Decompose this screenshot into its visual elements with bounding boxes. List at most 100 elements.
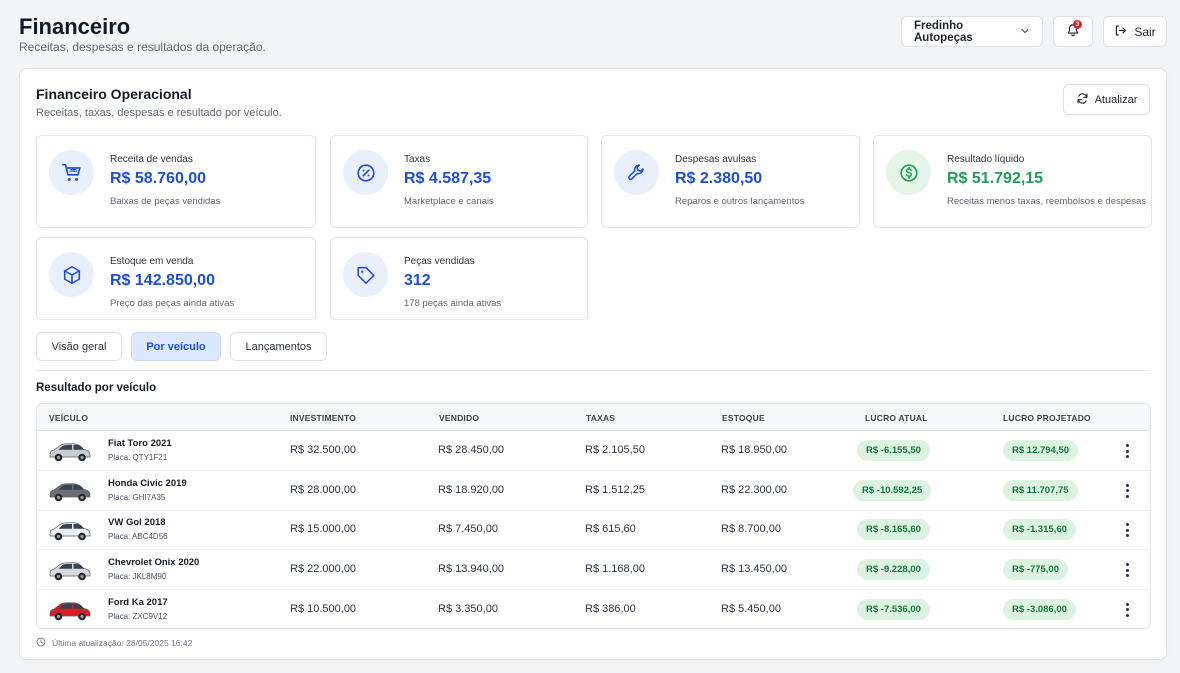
sold-value: R$ 18.920,00 (438, 483, 505, 496)
column-header-projected-profit: LUCRO PROJETADO (1003, 413, 1091, 423)
investment-value: R$ 22.000,00 (290, 563, 357, 576)
page-title: Financeiro (19, 14, 131, 39)
table-row[interactable]: Chevrolet Onix 2020 Placa: JKL8M90 R$ 22.0… (37, 550, 1150, 591)
investment-value: R$ 32.500,00 (290, 444, 357, 456)
car-thumbnail (47, 597, 93, 623)
projected-profit-badge: R$ 12.794,50 (1003, 440, 1079, 461)
vehicle-name: Ford Ka 2017 (108, 596, 168, 608)
fees-value: R$ 1.168,00 (585, 563, 645, 576)
column-header-fees: TAXAS (586, 413, 616, 423)
view-tabs: Visão geral Por veículo Lançamentos (36, 332, 327, 361)
last-update-text: Última atualização: 28/05/2025 16:42 (52, 638, 193, 648)
logout-icon (1114, 24, 1127, 40)
table-row[interactable]: Fiat Toro 2021 Placa: QTY1F21 R$ 32.500,00… (37, 431, 1150, 471)
stat-value: R$ 58.760,00 (110, 170, 207, 187)
stat-label: Receita de vendas (110, 154, 193, 165)
vehicle-plate: Placa: ZXC9V12 (108, 611, 168, 621)
dollar-icon (886, 150, 931, 195)
fees-value: R$ 1.512,25 (585, 483, 645, 496)
stat-value: R$ 51.792,15 (947, 170, 1044, 187)
car-thumbnail (47, 478, 93, 504)
vehicle-plate: Placa: ABC4D56 (108, 532, 168, 542)
section-title: Financeiro Operacional (36, 86, 192, 102)
notifications-button[interactable]: 3 (1053, 16, 1093, 47)
stat-description: Preço das peças ainda ativas (110, 298, 235, 309)
row-menu-icon[interactable] (1121, 602, 1133, 618)
row-menu-icon[interactable] (1121, 443, 1133, 459)
stat-card-stock: Estoque em venda R$ 142.850,00 Preço das… (36, 237, 316, 320)
column-header-stock: ESTOQUE (722, 413, 765, 423)
stat-card-parts-sold: Peças vendidas 312 178 peças ainda ativa… (330, 237, 588, 320)
sold-value: R$ 13.940,00 (438, 563, 505, 576)
column-header-vehicle: VEÍCULO (49, 413, 89, 423)
stat-card-expenses: Despesas avulsas R$ 2.380,50 Reparos e o… (601, 135, 860, 228)
car-thumbnail (47, 557, 93, 583)
vehicle-plate: Placa: QTY1F21 (108, 453, 168, 462)
tab-by-vehicle[interactable]: Por veículo (131, 332, 221, 361)
stat-description: Reparos e outros lançamentos (675, 196, 805, 207)
tag-icon (343, 252, 388, 297)
stat-value: R$ 2.380,50 (675, 170, 763, 187)
vehicle-results-table: VEÍCULO INVESTIMENTO VENDIDO TAXAS ESTOQ… (36, 403, 1151, 629)
column-header-current-profit: LUCRO ATUAL (865, 413, 928, 423)
projected-profit-badge: R$ 11.707,75 (1003, 479, 1078, 501)
vehicle-name: Chevrolet Onix 2020 (108, 557, 200, 569)
chevron-down-icon (1020, 25, 1030, 39)
stat-description: Receitas menos taxas, reembolsos e despe… (947, 196, 1147, 207)
vehicle-name: VW Gol 2018 (108, 517, 166, 529)
sold-value: R$ 3.350,00 (438, 602, 498, 615)
tab-entries[interactable]: Lançamentos (230, 332, 327, 361)
fees-value: R$ 2.105,50 (585, 444, 645, 456)
table-row[interactable]: Honda Civic 2019 Placa: GHI7A35 R$ 28.000,… (37, 471, 1150, 511)
stat-description: Baixas de peças vendidas (110, 196, 221, 207)
current-profit-badge: R$ -9.228,00 (857, 559, 930, 581)
table-row[interactable]: Ford Ka 2017 Placa: ZXC9V12 R$ 10.500,00 R$… (37, 590, 1150, 628)
column-header-investment: INVESTIMENTO (290, 413, 357, 423)
store-selector[interactable]: Fredinho Autopeças (901, 16, 1043, 47)
current-profit-badge: R$ -6.155,50 (857, 440, 930, 461)
divider (36, 370, 1150, 371)
tab-overview[interactable]: Visão geral (36, 332, 122, 361)
stock-value: R$ 5.450,00 (721, 602, 781, 615)
vehicle-name: Fiat Toro 2021 (108, 438, 172, 449)
last-update: Última atualização: 28/05/2025 16:42 (36, 637, 192, 649)
sold-value: R$ 7.450,00 (438, 523, 498, 536)
stock-value: R$ 13.450,00 (721, 563, 788, 576)
financial-panel: Financeiro Operacional Receitas, taxas, … (19, 68, 1167, 660)
notification-badge: 3 (1073, 20, 1082, 29)
stat-label: Resultado líquido (947, 154, 1025, 165)
logout-button[interactable]: Sair (1103, 16, 1167, 47)
store-selector-label: Fredinho Autopeças (914, 19, 973, 44)
row-menu-icon[interactable] (1121, 522, 1133, 538)
table-header: VEÍCULO INVESTIMENTO VENDIDO TAXAS ESTOQ… (37, 404, 1150, 431)
stat-value: R$ 142.850,00 (110, 272, 215, 289)
stat-label: Estoque em venda (110, 256, 194, 267)
row-menu-icon[interactable] (1121, 562, 1133, 578)
investment-value: R$ 15.000,00 (290, 523, 357, 536)
stat-description: Marketplace e canais (404, 196, 494, 207)
stat-label: Despesas avulsas (675, 154, 757, 165)
column-header-sold: VENDIDO (439, 413, 480, 423)
investment-value: R$ 10.500,00 (290, 602, 357, 615)
box-icon (49, 252, 94, 297)
logout-label: Sair (1134, 24, 1156, 39)
fees-value: R$ 615,60 (585, 523, 636, 536)
current-profit-badge: R$ -7.536,00 (857, 598, 930, 620)
investment-value: R$ 28.000,00 (290, 483, 357, 496)
cart-icon (49, 150, 94, 195)
refresh-button[interactable]: Atualizar (1063, 84, 1150, 115)
table-row[interactable]: VW Gol 2018 Placa: ABC4D56 R$ 15.000,00 R$ … (37, 510, 1150, 551)
refresh-icon (1076, 92, 1089, 108)
row-menu-icon[interactable] (1121, 483, 1133, 499)
top-actions: Fredinho Autopeças 3 Sair (901, 16, 1167, 47)
car-thumbnail (47, 517, 93, 543)
fees-value: R$ 386,00 (585, 602, 636, 615)
stat-label: Peças vendidas (404, 256, 475, 267)
stat-description: 178 peças ainda ativas (404, 298, 502, 309)
stock-value: R$ 18.950,00 (721, 444, 788, 456)
stat-card-net-result: Resultado líquido R$ 51.792,15 Receitas … (873, 135, 1152, 228)
projected-profit-badge: R$ -775,00 (1003, 559, 1069, 581)
table-title: Resultado por veículo (36, 382, 157, 394)
projected-profit-badge: R$ -1.315,60 (1003, 519, 1076, 541)
refresh-label: Atualizar (1094, 93, 1138, 106)
